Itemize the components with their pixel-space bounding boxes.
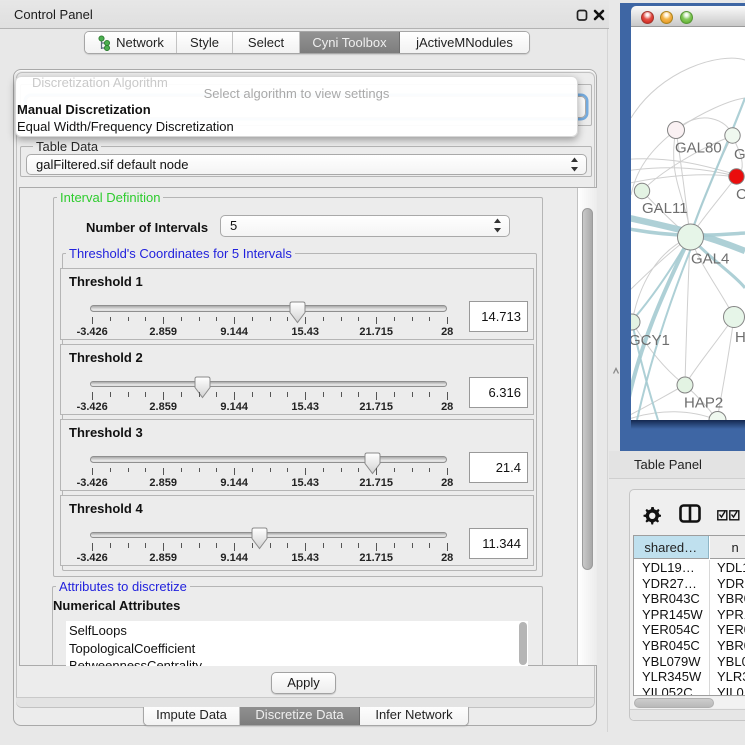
svg-text:G: G: [734, 146, 745, 163]
svg-text:GAL4: GAL4: [691, 251, 729, 268]
svg-text:C: C: [736, 186, 745, 203]
svg-text:HAP2: HAP2: [684, 395, 723, 412]
svg-text:H: H: [735, 329, 745, 346]
svg-text:GAL11: GAL11: [642, 200, 688, 217]
svg-text:GAL80: GAL80: [675, 140, 722, 157]
svg-text:GCY1: GCY1: [631, 332, 670, 349]
